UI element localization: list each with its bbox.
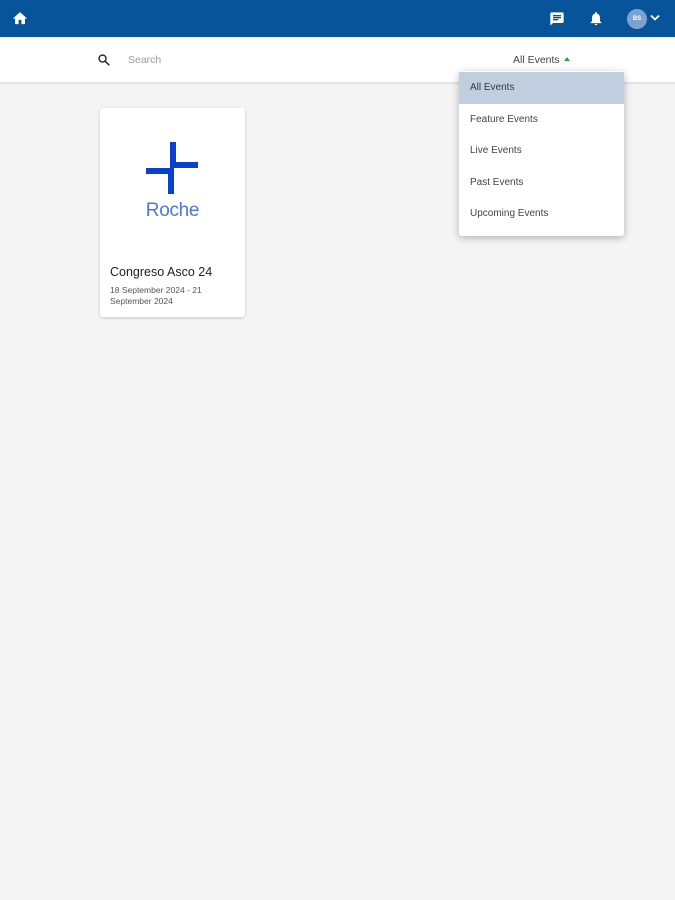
event-logo-text: Roche	[145, 200, 200, 221]
chat-icon[interactable]	[549, 11, 565, 27]
search-icon	[98, 54, 110, 66]
filter-option-all-events[interactable]: All Events	[459, 72, 624, 104]
search-input[interactable]	[128, 51, 328, 69]
event-filter-dropdown[interactable]: All Events	[513, 54, 570, 68]
event-filter-menu: All Events Feature Events Live Events Pa…	[459, 71, 624, 236]
event-dates: 18 September 2024 - 21 September 2024	[110, 285, 202, 306]
filter-option-past-events[interactable]: Past Events	[459, 167, 624, 199]
filter-option-feature-events[interactable]: Feature Events	[459, 104, 624, 136]
event-filter-label: All Events	[513, 54, 560, 66]
event-card[interactable]: Roche Congreso Asco 24 18 September 2024…	[100, 108, 245, 317]
bell-icon[interactable]	[588, 10, 604, 27]
home-icon[interactable]	[11, 10, 29, 27]
caret-up-icon	[563, 57, 570, 62]
event-title: Congreso Asco 24	[110, 265, 213, 279]
filter-option-upcoming-events[interactable]: Upcoming Events	[459, 198, 624, 230]
chevron-down-icon[interactable]	[650, 14, 660, 22]
top-app-bar: BS	[0, 0, 675, 37]
avatar[interactable]: BS	[627, 9, 647, 29]
filter-option-live-events[interactable]: Live Events	[459, 135, 624, 167]
